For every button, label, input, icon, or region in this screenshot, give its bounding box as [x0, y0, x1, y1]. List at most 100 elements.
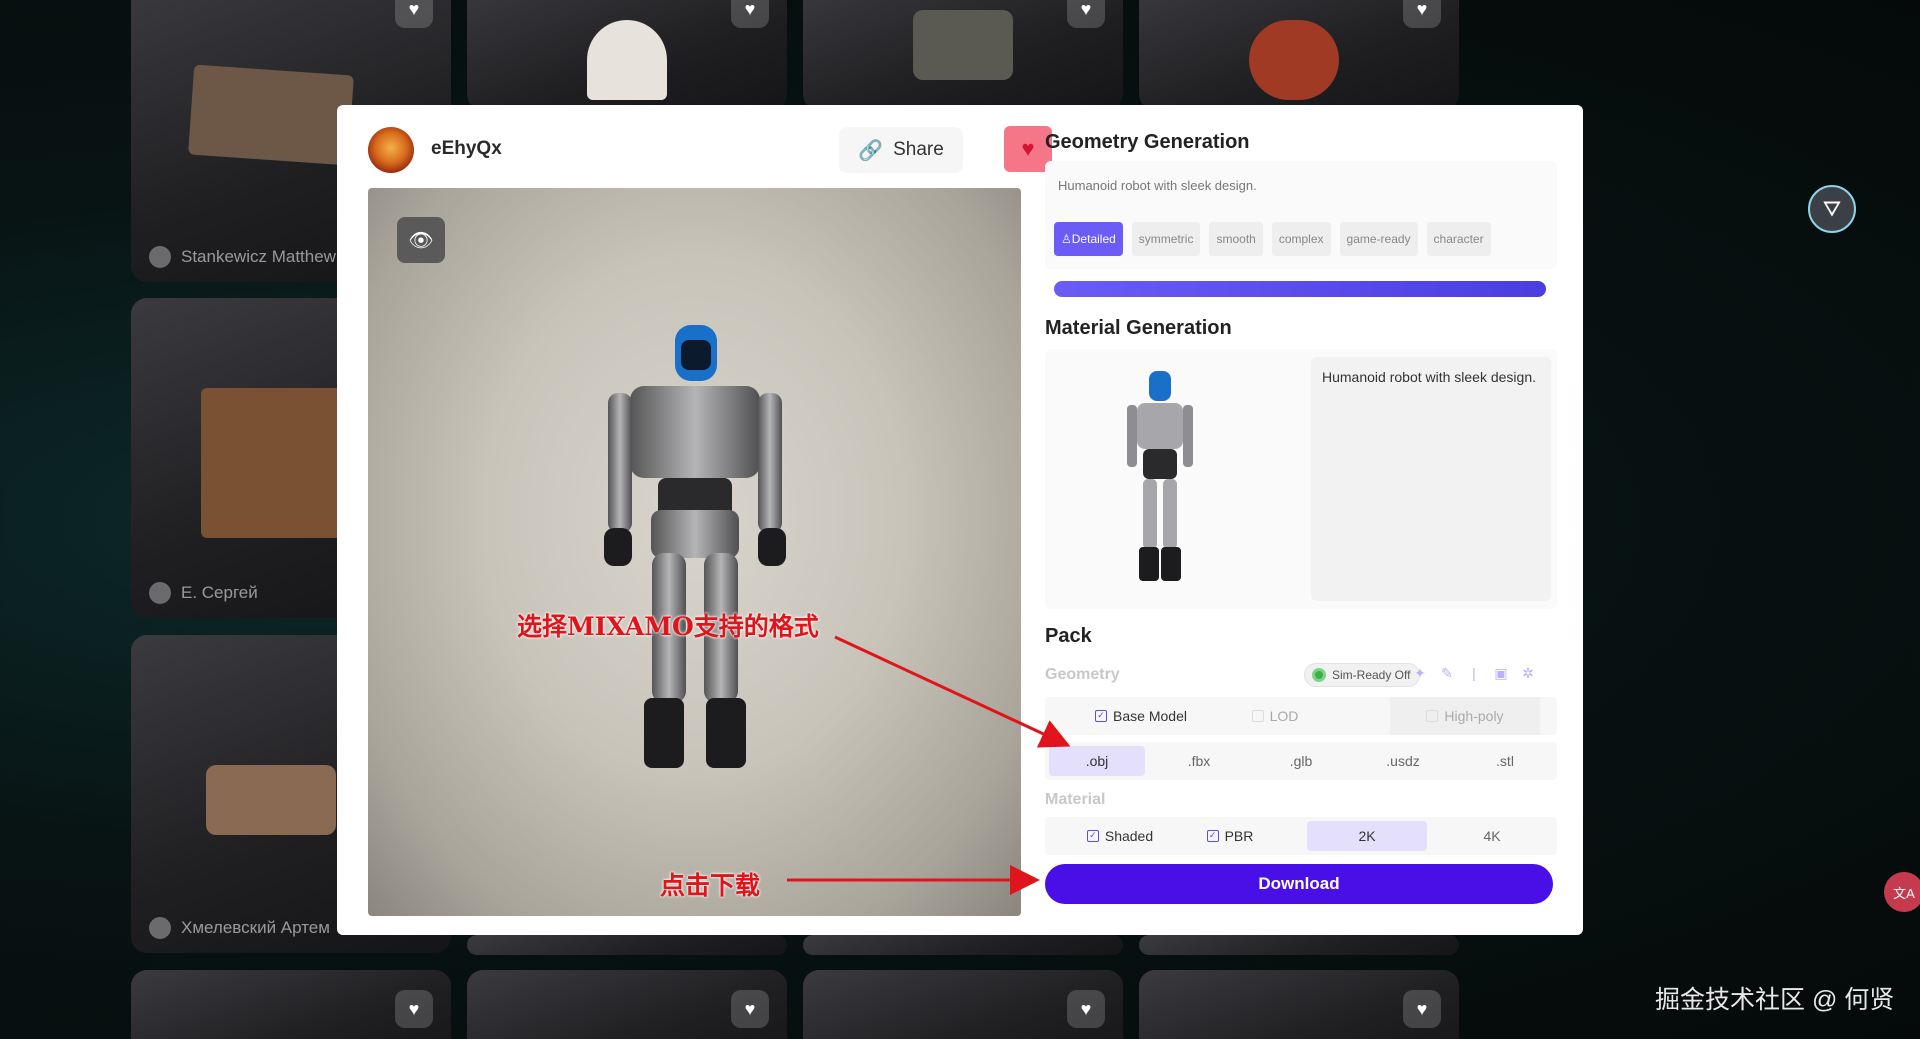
heart-icon[interactable]: ♥ — [731, 0, 769, 28]
gallery-card[interactable]: ♥ — [1139, 970, 1459, 1039]
option-shaded[interactable]: ✓ Shaded — [1065, 817, 1175, 855]
option-lod[interactable]: LOD — [1225, 697, 1325, 735]
format-usdz[interactable]: .usdz — [1355, 742, 1451, 780]
resolution-4k[interactable]: 4K — [1437, 817, 1547, 855]
format-hint-annotation: 选择MIXAMO支持的格式 — [517, 612, 819, 641]
card-author: Хмелевский Артем — [149, 917, 330, 939]
heart-icon[interactable]: ♥ — [395, 990, 433, 1028]
resolution-2k[interactable]: 2K — [1307, 821, 1427, 851]
resolution-label: 4K — [1483, 828, 1501, 844]
material-generation-title: Material Generation — [1045, 317, 1232, 339]
tag-smooth[interactable]: smooth — [1209, 222, 1263, 256]
format-label: .fbx — [1187, 753, 1211, 769]
username[interactable]: eEhyQx — [431, 138, 502, 160]
heart-icon[interactable]: ♥ — [731, 990, 769, 1028]
card-artwork — [206, 765, 336, 835]
share-label: Share — [893, 139, 944, 160]
card-author: E. Сергей — [149, 582, 258, 604]
card-artwork — [188, 64, 354, 166]
gallery-card[interactable] — [1139, 935, 1459, 955]
option-pbr[interactable]: ✓ PBR — [1185, 817, 1275, 855]
material-prompt-box: Humanoid robot with sleek design. — [1311, 357, 1551, 601]
model-detail-modal: eEhyQx 🔗 Share ♥ 👁 Geometry Generation H… — [337, 105, 1583, 935]
share-button[interactable]: 🔗 Share — [839, 127, 963, 173]
geometry-prompt: Humanoid robot with sleek design. — [1058, 178, 1257, 193]
gallery-card[interactable]: ♥ — [467, 970, 787, 1039]
user-avatar[interactable] — [368, 127, 414, 173]
tag-label: symmetric — [1138, 232, 1194, 246]
save-icon[interactable]: ▣ — [1493, 665, 1509, 682]
translate-icon[interactable]: 文A — [1884, 872, 1920, 912]
format-stl[interactable]: .stl — [1457, 742, 1553, 780]
settings-icon[interactable]: ✲ — [1520, 665, 1536, 682]
tag-label: Detailed — [1071, 232, 1116, 246]
download-button[interactable]: Download — [1045, 864, 1553, 904]
model-viewer[interactable]: 👁 — [368, 188, 1021, 916]
gallery-card[interactable] — [467, 935, 787, 955]
link-icon: 🔗 — [858, 139, 884, 162]
format-obj[interactable]: .obj — [1049, 746, 1145, 776]
user-avatar-icon — [149, 246, 171, 268]
tag-complex[interactable]: complex — [1271, 222, 1331, 256]
checkbox-checked-icon: ✓ — [1095, 710, 1108, 722]
format-label: .obj — [1085, 753, 1109, 769]
format-label: .usdz — [1386, 753, 1420, 769]
format-label: .glb — [1289, 753, 1313, 769]
tag-character[interactable]: character — [1426, 222, 1491, 256]
format-label: .stl — [1496, 753, 1514, 769]
heart-icon: ♥ — [1021, 136, 1035, 161]
tag-label: complex — [1278, 232, 1324, 246]
option-label: High-poly — [1444, 708, 1504, 724]
material-label: Material — [1045, 791, 1106, 808]
sim-ready-label: Sim-Ready Off — [1332, 668, 1411, 682]
format-options-row: .obj .fbx .glb .usdz .stl — [1045, 742, 1557, 780]
author-name: Stankewicz Matthew — [181, 247, 336, 266]
card-artwork — [1249, 20, 1339, 100]
tag-game-ready[interactable]: game-ready — [1339, 222, 1418, 256]
material-prompt: Humanoid robot with sleek design. — [1322, 369, 1537, 385]
card-artwork — [587, 20, 667, 100]
author-name: Хмелевский Артем — [181, 918, 330, 937]
gallery-card[interactable]: ♥ — [803, 970, 1123, 1039]
geometry-label: Geometry — [1045, 666, 1120, 683]
person-icon: ♙ — [1061, 232, 1072, 246]
tag-symmetric[interactable]: symmetric — [1131, 222, 1201, 256]
pack-tools: ✦ ✎ | ▣ ✲ — [1412, 665, 1536, 682]
heart-icon[interactable]: ♥ — [395, 0, 433, 28]
card-artwork — [201, 388, 341, 538]
tag-detailed[interactable]: ♙ Detailed — [1054, 222, 1123, 256]
material-thumbnail — [1127, 371, 1193, 581]
checkbox-icon — [1251, 710, 1264, 722]
gallery-card[interactable]: ♥ — [131, 970, 451, 1039]
option-label: Base Model — [1113, 708, 1187, 724]
watermark: 掘金技术社区 @ 何贤 — [1655, 986, 1895, 1014]
robot-model-preview — [604, 325, 786, 768]
divider-icon: | — [1472, 665, 1476, 681]
model-options-row: ✓ Base Model LOD High-poly — [1045, 697, 1557, 735]
download-hint-annotation: 点击下载 — [660, 871, 761, 900]
gallery-card[interactable]: ♥ — [467, 0, 787, 110]
user-avatar-icon — [149, 917, 171, 939]
option-high-poly[interactable]: High-poly — [1390, 697, 1540, 735]
heart-icon[interactable]: ♥ — [1067, 0, 1105, 28]
heart-icon[interactable]: ♥ — [1067, 990, 1105, 1028]
heart-icon[interactable]: ♥ — [1403, 990, 1441, 1028]
heart-icon[interactable]: ♥ — [1403, 0, 1441, 28]
option-label: PBR — [1224, 828, 1254, 844]
format-glb[interactable]: .glb — [1253, 742, 1349, 780]
pack-title: Pack — [1045, 625, 1092, 647]
checkbox-checked-icon: ✓ — [1086, 830, 1099, 842]
sim-ready-toggle[interactable]: Sim-Ready Off — [1304, 663, 1421, 687]
app-logo-icon[interactable]: ⛛ — [1808, 185, 1856, 233]
sparkle-icon[interactable]: ✦ — [1412, 665, 1428, 682]
gallery-card[interactable]: ♥ — [1139, 0, 1459, 110]
gallery-card[interactable]: ♥ — [803, 0, 1123, 110]
option-base-model[interactable]: ✓ Base Model — [1081, 697, 1201, 735]
toggle-dot-icon — [1312, 668, 1326, 682]
gallery-card[interactable] — [803, 935, 1123, 955]
edit-icon[interactable]: ✎ — [1439, 665, 1455, 682]
user-avatar-icon — [149, 582, 171, 604]
geometry-generation-title: Geometry Generation — [1045, 131, 1250, 153]
author-name: E. Сергей — [181, 583, 258, 602]
format-fbx[interactable]: .fbx — [1151, 742, 1247, 780]
